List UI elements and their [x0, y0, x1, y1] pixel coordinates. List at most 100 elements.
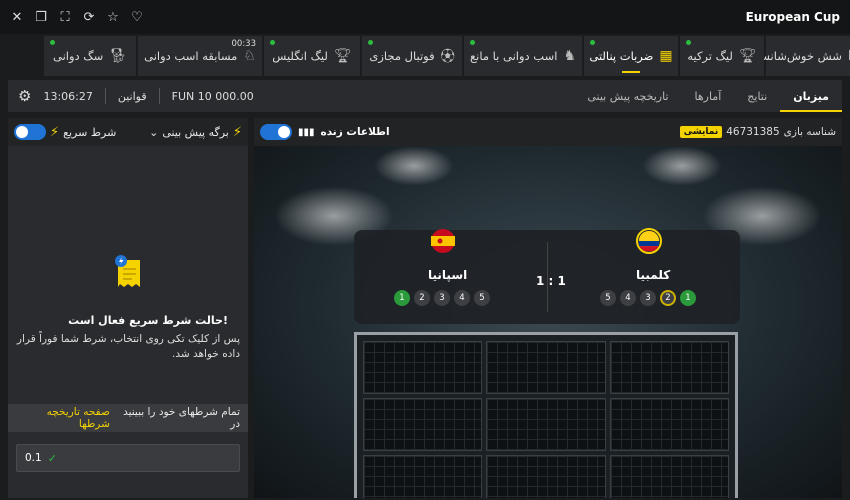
star-icon[interactable]: ☆ [106, 10, 120, 25]
tab-label: مسابقه اسب دوانی [144, 49, 238, 63]
fullscreen-icon[interactable]: ⛶ [58, 10, 72, 25]
history-prefix: تمام شرطهای خود را ببینید در [123, 406, 240, 430]
horse-jump-icon: ♞ [563, 48, 576, 64]
goal-zone-top-left[interactable] [363, 341, 483, 394]
penalty-marker: 4 [454, 290, 470, 306]
live-dot [686, 40, 691, 45]
game-id: نمایشی 46731385 شناسه بازی [679, 126, 836, 138]
goal-zone-middle-left[interactable] [363, 398, 483, 451]
window-title: European Cup [745, 10, 840, 24]
dog-icon: 🐕︎ [109, 48, 128, 64]
restore-icon[interactable]: ❐ [34, 10, 48, 25]
home-penalties: 5 4 3 2 1 [600, 290, 696, 306]
penalty-marker-current: 2 [660, 290, 676, 306]
quick-bet-section: ⚡ شرط سریع [14, 124, 116, 140]
goal-zone-middle-center[interactable] [486, 398, 606, 451]
goal-zone-top-center[interactable] [486, 341, 606, 394]
goal-zone-middle-right[interactable] [609, 398, 729, 451]
quick-bet-title: حالت شرط سریع فعال است! [68, 314, 228, 327]
tab-horse-racing[interactable]: 00:33 مسابقه اسب دوانی ♘ [138, 36, 262, 76]
goal-zone-bottom-center[interactable] [486, 455, 606, 498]
quick-bet-label: شرط سریع [63, 125, 117, 139]
live-dot [270, 40, 275, 45]
spain-flag-icon [431, 229, 455, 253]
tab-label: اسب دوانی با مانع [470, 49, 558, 63]
live-dot [590, 40, 595, 45]
ball-icon: ⚽︎ [440, 49, 455, 65]
stadium-background: اسپانیا کلمبیا 1 : 1 1 2 3 4 5 5 4 3 2 1 [254, 146, 842, 498]
horse-icon: ♘ [243, 48, 256, 64]
bet-slip-title: برگه پیش بینی [162, 125, 229, 139]
check-icon: ✓ [47, 451, 57, 465]
goal-zone-bottom-left[interactable] [363, 455, 483, 498]
sub-tabs: میزبان نتایج آمارها تاریخچه پیش بینی [574, 80, 842, 112]
divider [104, 88, 106, 104]
tab-greyhounds[interactable]: سگ دوانی 🐕︎ [44, 36, 136, 76]
bet-slip-body: حالت شرط سریع فعال است! پس از کلیک تکی ر… [8, 146, 248, 404]
chevron-down-icon: ⌄ [149, 125, 159, 139]
tab-virtual-football[interactable]: فوتبال مجازی ⚽︎ [362, 36, 462, 76]
stake-value: 0.1 [25, 452, 42, 464]
goal-icon: ▦ [659, 48, 673, 64]
info-bar: ⚙ 13:06:27 قوانین FUN 10 000.00 [8, 87, 254, 105]
tab-steeplechase[interactable]: اسب دوانی با مانع ♞ [464, 36, 582, 76]
live-info-toggle[interactable] [260, 124, 292, 140]
goal-grid [363, 341, 729, 498]
tab-english-league[interactable]: لیگ انگلیس 🏆︎ [264, 36, 360, 76]
scoreboard: اسپانیا کلمبیا 1 : 1 1 2 3 4 5 5 4 3 2 1 [354, 228, 740, 324]
heart-icon[interactable]: ♡ [130, 10, 144, 25]
sub-navigation: ⚙ 13:06:27 قوانین FUN 10 000.00 میزبان ن… [8, 80, 842, 112]
bolt-icon: ⚡ [50, 124, 60, 140]
quick-bet-toggle[interactable] [14, 124, 46, 140]
tab-turkish-league[interactable]: لیگ ترکیه 🏆︎ [680, 36, 764, 76]
stake-field[interactable]: 0.1 ✓ [16, 444, 240, 472]
rules-link[interactable]: قوانین [118, 90, 147, 103]
tab-host[interactable]: میزبان [780, 80, 842, 112]
live-info-control[interactable]: ▮▮▮ اطلاعات زنده [260, 124, 390, 140]
goal-zone-top-right[interactable] [609, 341, 729, 394]
match-score: 1 : 1 [536, 274, 566, 288]
active-indicator [622, 71, 640, 73]
balance: FUN 10 000.00 [171, 89, 254, 103]
tab-label: لیگ ترکیه [687, 49, 733, 63]
goal-zone-bottom-right[interactable] [609, 455, 729, 498]
history-link[interactable]: صفحه تاریخچه شرطها [16, 406, 110, 430]
bet-slip-title-section[interactable]: ⌄ برگه پیش بینی ⚡ [149, 125, 242, 140]
tab-label: شش خوش‌شانس [755, 49, 842, 63]
tab-label: ضربات پنالتی [589, 49, 654, 63]
bet-history-notice: تمام شرطهای خود را ببینید در صفحه تاریخچ… [8, 404, 248, 432]
bet-slip-header: ⚡ شرط سریع ⌄ برگه پیش بینی ⚡ [8, 118, 248, 146]
goal-target [354, 332, 738, 498]
game-stage: ▮▮▮ اطلاعات زنده نمایشی 46731385 شناسه ب… [254, 118, 842, 498]
bet-slip-panel: ⚡ شرط سریع ⌄ برگه پیش بینی ⚡ حالت شرط سر… [8, 118, 248, 498]
refresh-icon[interactable]: ⟳ [82, 10, 96, 25]
close-icon[interactable]: ✕ [10, 10, 24, 25]
penalty-marker: 1 [680, 290, 696, 306]
demo-badge: نمایشی [679, 126, 723, 138]
tab-lucky-six[interactable]: شش خوش‌شانس ⚅ [756, 36, 850, 76]
penalty-marker: 3 [434, 290, 450, 306]
window-controls: ✕ ❐ ⛶ ⟳ ☆ ♡ [10, 10, 144, 25]
floodlight [374, 146, 454, 186]
tab-statistics[interactable]: آمارها [682, 80, 735, 112]
colombia-flag-icon [636, 228, 662, 254]
gear-icon[interactable]: ⚙ [18, 87, 31, 105]
clock-time: 13:06:27 [43, 89, 93, 103]
penalty-marker: 5 [600, 290, 616, 306]
receipt-bolt-icon [115, 255, 140, 287]
window-titlebar: ✕ ❐ ⛶ ⟳ ☆ ♡ European Cup [0, 0, 850, 34]
games-tabs: شش خوش‌شانس ⚅ لیگ ترکیه 🏆︎ ضربات پنالتی … [0, 36, 850, 76]
penalty-marker: 1 [394, 290, 410, 306]
tab-label: فوتبال مجازی [369, 49, 435, 63]
tab-penalty-shootout[interactable]: ضربات پنالتی ▦ [584, 36, 678, 76]
away-team-name: اسپانیا [428, 268, 468, 282]
live-info-label: اطلاعات زنده [320, 126, 390, 138]
tab-bet-history[interactable]: تاریخچه پیش بینی [574, 80, 681, 112]
live-dot [50, 40, 55, 45]
trophy-icon: 🏆︎ [333, 48, 352, 64]
stats-bars-icon: ▮▮▮ [298, 126, 315, 138]
tab-results[interactable]: نتایج [734, 80, 780, 112]
penalty-marker: 4 [620, 290, 636, 306]
divider [158, 88, 160, 104]
tab-label: سگ دوانی [52, 49, 104, 63]
